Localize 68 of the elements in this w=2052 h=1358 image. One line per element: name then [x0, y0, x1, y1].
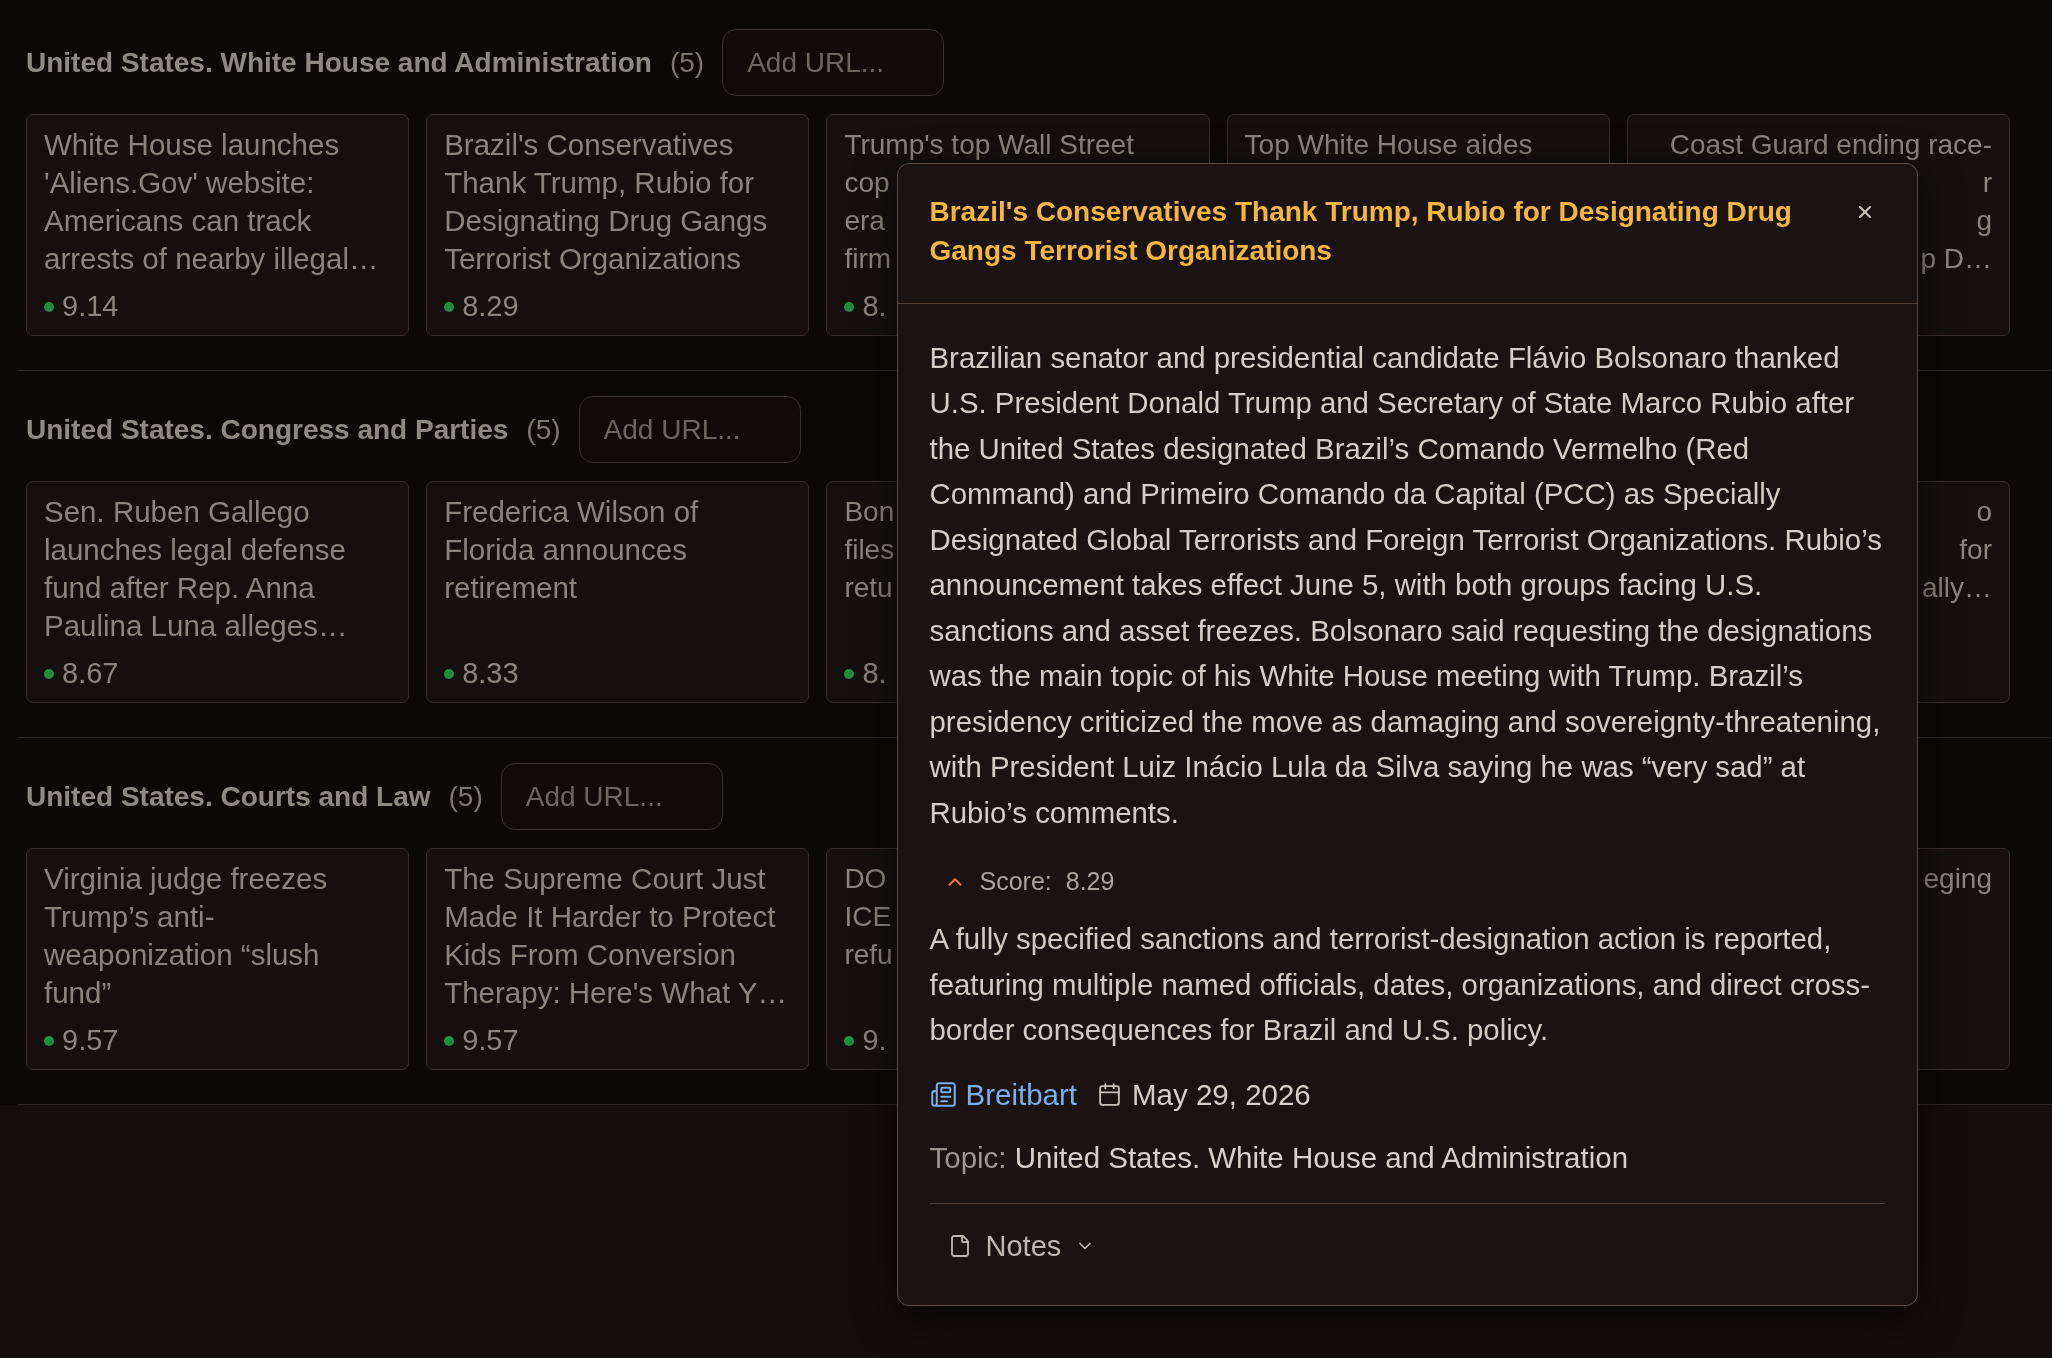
- news-card[interactable]: White House launches 'Aliens.Gov' website: Americans can track arrests of nearby illegal… 9.14: [26, 114, 410, 336]
- url-input[interactable]: Add URL...: [578, 396, 801, 463]
- news-card[interactable]: Frederica Wilson of Florida announces retirement 8.33: [426, 481, 810, 703]
- card-title-text: g: [1976, 203, 1992, 238]
- card-title: Virginia judge freezes Trump’s anti-weaponization “slush fund”: [44, 860, 329, 1011]
- card-title: Sen. Ruben Gallego launches legal defense fund after Rep. Anna Paulina Luna alleges…: [44, 493, 349, 644]
- card-title-text: era: [844, 203, 885, 238]
- score-value: 9.: [862, 1024, 887, 1057]
- news-card[interactable]: Virginia judge freezes Trump’s anti-weaponization “slush fund” 9.57: [26, 848, 410, 1070]
- section-title: United States. Congress and Parties: [26, 413, 509, 446]
- card-title-text: refu: [844, 937, 893, 972]
- card-title-text: Top White House aides: [1244, 127, 1533, 162]
- card-title: Frederica Wilson of Florida announces retirement: [444, 493, 700, 606]
- newspaper-icon: [929, 1081, 957, 1108]
- card-title-text: ally…: [1922, 570, 1992, 605]
- card-title-text: Coast Guard ending race-: [1669, 127, 1992, 162]
- card-title-text: ICE: [844, 899, 892, 934]
- card-title-text: files: [844, 532, 895, 567]
- card-title: White House launches 'Aliens.Gov' website: Americans can track arrests of nearby illegal…: [44, 126, 380, 277]
- section-title: United States. Courts and Law: [26, 780, 431, 813]
- topic-text: Topic: United States. White House and Administration: [929, 1139, 1629, 1176]
- article-count: (5): [526, 413, 561, 446]
- card-title-text: retu: [844, 570, 893, 605]
- news-card[interactable]: Sen. Ruben Gallego launches legal defense fund after Rep. Anna Paulina Luna alleges… 8.67: [26, 481, 410, 703]
- publish-date: May 29, 2026: [1132, 1077, 1311, 1112]
- status-dot-icon: [844, 1035, 855, 1046]
- card-title-text: for: [1959, 532, 1992, 567]
- score-value: 9.57: [62, 1024, 119, 1057]
- status-dot-icon: [444, 668, 455, 679]
- popup-title: Brazil's Conservatives Thank Trump, Rubio for Designating Drug Gangs Terrorist Organizations: [929, 195, 1793, 268]
- score-value: 9.14: [62, 290, 119, 323]
- card-title-text: r: [1982, 165, 1992, 200]
- score-value: 8.67: [62, 657, 119, 690]
- status-dot-icon: [44, 668, 54, 679]
- card-title-text: DO: [844, 861, 887, 896]
- score-value: 8.33: [462, 657, 519, 690]
- news-card[interactable]: Brazil's Conservatives Thank Trump, Rubio for Designating Drug Gangs Terrorist Organizations 8.29: [426, 114, 810, 336]
- article-count: (5): [448, 780, 483, 813]
- news-card[interactable]: The Supreme Court Just Made It Harder to Protect Kids From Conversion Therapy: Here's What Y… 9.57: [426, 848, 810, 1070]
- calendar-icon: [1097, 1082, 1122, 1107]
- url-input[interactable]: Add URL...: [500, 763, 723, 830]
- card-title-text: Trump's top Wall Street: [844, 127, 1134, 162]
- status-dot-icon: [44, 1035, 54, 1046]
- url-input[interactable]: Add URL...: [722, 29, 945, 96]
- card-title-text: p D…: [1920, 241, 1992, 276]
- article-summary: Brazilian senator and presidential candidate Flávio Bolsonaro thanked U.S. President Donald Trump and Secretary of State Marco Rubio after the United States designated Brazil’s Comando Vermelho (Red Command) and Primeiro Comando da Capital (PCC) as Specially Designated Global Terrorists and Foreign Terrorist Organizations. Rubio’s announcement takes effect June 5, with both groups facing U.S. sanctions and asset freezes. Bolsonaro said requesting the designations was the main topic of his White House meeting with Trump. Brazil’s presidency criticized the move as damaging and sovereignty-threatening, with President Luiz Inácio Lula da Silva saying he was “very sad” at Rubio’s comments.: [929, 339, 1883, 831]
- section-title: United States. White House and Administration: [26, 46, 652, 79]
- card-title-text: o: [1976, 494, 1992, 529]
- card-title: Brazil's Conservatives Thank Trump, Rubio for Designating Drug Gangs Terrorist Organizations: [444, 126, 769, 277]
- card-title-text: Bon: [844, 494, 895, 529]
- score-explanation: A fully specified sanctions and terrorist-designation action is reported, featuring multiple named officials, dates, organizations, and direct cross-border consequences for Brazil and U.S. policy.: [929, 921, 1871, 1048]
- score-value: 8.: [862, 290, 887, 323]
- status-dot-icon: [844, 301, 855, 312]
- card-title-text: cop: [844, 165, 890, 200]
- card-title-text: eging: [1923, 861, 1992, 896]
- score-toggle[interactable]: Score: 8.29: [929, 861, 1129, 902]
- status-dot-icon: [44, 301, 54, 312]
- score-value: 9.57: [462, 1024, 519, 1057]
- status-dot-icon: [844, 668, 855, 679]
- article-count: (5): [669, 46, 705, 79]
- card-title: The Supreme Court Just Made It Harder to Protect Kids From Conversion Therapy: Here's What Y…: [444, 860, 788, 1011]
- status-dot-icon: [444, 301, 455, 312]
- score-value: 8.: [862, 657, 887, 690]
- notes-toggle[interactable]: Notes: [929, 1225, 1114, 1267]
- status-dot-icon: [444, 1035, 455, 1046]
- card-title-text: firm: [844, 241, 892, 276]
- score-value: 8.29: [462, 290, 519, 323]
- source-link[interactable]: Breitbart: [929, 1077, 1077, 1112]
